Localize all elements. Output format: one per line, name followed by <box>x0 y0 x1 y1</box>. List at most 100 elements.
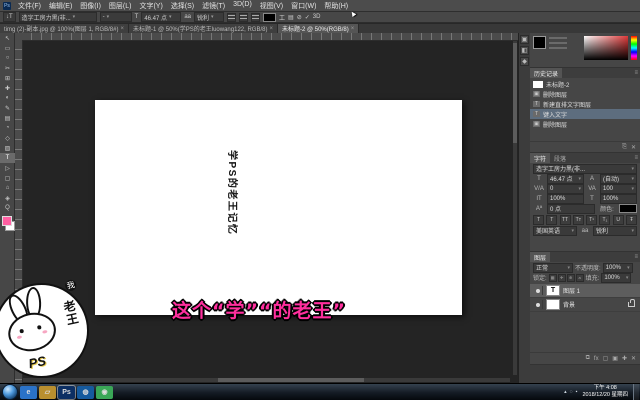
history-footer-icon[interactable]: ⎘ <box>622 144 627 151</box>
align-right-button[interactable] <box>251 12 261 22</box>
font-size-select[interactable]: 46.47 点 <box>141 12 182 22</box>
canvas-area[interactable]: 学PS的老王记忆 <box>15 33 518 383</box>
taskbar-clock[interactable]: 下午 4:08 2018/12/20 星期四 <box>580 385 630 399</box>
collapsed-panel-icon[interactable]: ◆ <box>520 57 529 66</box>
history-item[interactable]: ▣ 删除图层 <box>530 119 640 129</box>
tray-icon[interactable]: ▴ <box>564 389 567 395</box>
taskbar-app-icon[interactable]: ▱ <box>39 385 56 399</box>
history-item[interactable]: 未标题-2 <box>530 79 640 89</box>
document-tab[interactable]: 未标题-1 @ 50%(学PS的老王luowang122, RGB/8) × <box>128 24 278 33</box>
tool-button[interactable]: ✎ <box>0 103 15 113</box>
lock-button[interactable]: ✛ <box>557 273 566 282</box>
tool-button[interactable]: ⌂ <box>0 183 15 193</box>
tab-close-icon[interactable]: × <box>120 26 124 32</box>
char-style-button[interactable]: U <box>612 215 624 225</box>
layers-footer-icon[interactable]: ✚ <box>622 355 627 362</box>
layer-thumbnail[interactable]: T <box>546 285 560 296</box>
tool-button[interactable]: ▷ <box>0 163 15 173</box>
char-style-button[interactable]: Tт <box>572 215 584 225</box>
panel-menu-icon[interactable]: ≡ <box>634 254 638 260</box>
tool-button[interactable]: ✚ <box>0 83 15 93</box>
tray-icon[interactable]: ▪ <box>576 389 578 395</box>
tool-button[interactable]: ◈ <box>0 193 15 203</box>
tool-button[interactable]: ▤ <box>0 113 15 123</box>
align-left-button[interactable] <box>227 12 237 22</box>
tool-button[interactable]: ⊞ <box>0 73 15 83</box>
layer-visibility-icon[interactable] <box>533 286 543 295</box>
font-family-select[interactable]: 造字工房力黑(非... <box>18 12 97 22</box>
menu-item[interactable]: 3D(D) <box>229 1 256 11</box>
fill-select[interactable]: 100% <box>601 272 632 283</box>
menu-item[interactable]: 文字(Y) <box>135 1 166 11</box>
panel-menu-icon[interactable]: ≡ <box>634 70 638 76</box>
horizontal-scrollbar[interactable] <box>23 378 510 382</box>
layers-footer-icon[interactable]: ✕ <box>631 355 636 362</box>
tool-button[interactable]: ◇ <box>0 133 15 143</box>
tool-button[interactable]: Q <box>0 203 15 213</box>
tray-icon[interactable]: ◌ <box>570 389 573 395</box>
char-style-button[interactable]: T¹ <box>586 215 598 225</box>
tool-button[interactable]: ○ <box>0 53 15 63</box>
toggle-panels-icon[interactable]: ▤ <box>288 14 294 21</box>
char-kerning-select[interactable]: 0 <box>547 183 584 194</box>
layers-footer-icon[interactable]: ⧉ <box>586 355 590 362</box>
paragraph-tab[interactable]: 段落 <box>550 153 570 163</box>
char-tracking-select[interactable]: 100 <box>600 183 637 194</box>
char-style-button[interactable]: Ŧ <box>625 215 637 225</box>
app-icon[interactable]: Ps <box>3 1 11 10</box>
layers-footer-icon[interactable]: ▣ <box>612 355 618 362</box>
char-size-select[interactable]: 46.47 点 <box>547 173 584 184</box>
commit-edits-icon[interactable]: ✓ <box>305 14 310 21</box>
vertical-scrollbar[interactable] <box>513 41 517 375</box>
char-color-swatch[interactable] <box>619 204 637 213</box>
layer-visibility-icon[interactable] <box>533 300 543 309</box>
menu-item[interactable]: 选择(S) <box>167 1 198 11</box>
cancel-edits-icon[interactable]: ⊘ <box>297 14 302 21</box>
menu-item[interactable]: 视图(V) <box>256 1 287 11</box>
warp-text-icon[interactable]: 工 <box>279 13 285 22</box>
menu-item[interactable]: 帮助(H) <box>320 1 352 11</box>
char-aa-select[interactable]: 锐利 <box>593 225 637 236</box>
menu-item[interactable]: 滤镜(T) <box>198 1 229 11</box>
layers-footer-icon[interactable]: fx <box>594 356 599 362</box>
char-leading-select[interactable]: (自动) <box>600 173 637 184</box>
threed-button[interactable]: 3D <box>313 14 321 20</box>
collapsed-panel-icon[interactable]: ▣ <box>520 35 529 44</box>
char-vscale-field[interactable]: 100% <box>547 193 584 204</box>
character-tab[interactable]: 字符 <box>530 153 551 163</box>
layers-tab[interactable]: 图层 <box>530 252 551 262</box>
char-style-button[interactable]: T₁ <box>599 215 611 225</box>
foreground-color-swatch[interactable] <box>2 216 12 226</box>
taskbar-app-icon[interactable]: ◍ <box>77 385 94 399</box>
color-panel-swatch[interactable] <box>533 36 546 49</box>
tool-button[interactable]: ↖ <box>0 33 15 43</box>
text-color-swatch[interactable] <box>263 12 277 22</box>
opacity-select[interactable]: 100% <box>602 262 633 273</box>
layer-row[interactable]: T 图层 1 <box>530 284 640 298</box>
history-item[interactable]: ▣ 删除图层 <box>530 89 640 99</box>
layer-thumbnail[interactable] <box>546 299 560 310</box>
taskbar-app-icon[interactable]: e <box>20 385 37 399</box>
char-font-select[interactable]: 造字工房力黑(非... <box>533 163 637 174</box>
hue-slider[interactable] <box>631 36 637 60</box>
antialias-select[interactable]: 锐利 <box>194 12 225 22</box>
document-canvas[interactable]: 学PS的老王记忆 <box>95 100 462 315</box>
char-style-button[interactable]: T <box>546 215 558 225</box>
tool-button[interactable]: ◐ <box>0 93 15 103</box>
char-baseline-field[interactable]: 0 点 <box>547 203 595 214</box>
lock-button[interactable]: ⊕ <box>566 273 575 282</box>
layer-row[interactable]: 背景 <box>530 298 640 312</box>
document-tab[interactable]: timg (2)-副本.jpg @ 100%(图层 1, RGB/8#) × <box>0 24 129 33</box>
history-item[interactable]: T 键入文字 <box>530 109 640 119</box>
menu-item[interactable]: 图层(L) <box>105 1 136 11</box>
menu-item[interactable]: 窗口(W) <box>287 1 320 11</box>
show-desktop-button[interactable] <box>633 383 639 400</box>
font-style-select[interactable]: - <box>99 12 132 22</box>
lock-button[interactable]: a <box>575 273 584 282</box>
tool-button[interactable]: ◔ <box>0 123 15 133</box>
char-language-select[interactable]: 美国英语 <box>533 225 577 236</box>
vertical-text-layer[interactable]: 学PS的老王记忆 <box>226 150 241 235</box>
menu-item[interactable]: 编辑(E) <box>45 1 76 11</box>
panel-menu-icon[interactable]: ≡ <box>634 155 638 161</box>
tool-button[interactable]: ✂ <box>0 63 15 73</box>
